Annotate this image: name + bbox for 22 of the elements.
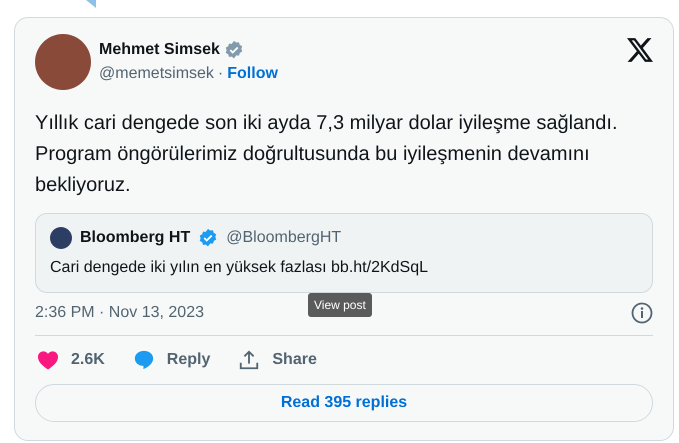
follow-link[interactable]: Follow — [227, 62, 278, 86]
tweet-text: Yıllık cari dengede son iki ayda 7,3 milyar dolar iyileşme sağlandı. Program öngörülerimiz doğrultusunda bu iyileşmenin devamını bekliyoruz. — [35, 111, 619, 198]
heart-icon — [37, 350, 59, 370]
timestamp-link[interactable]: 2:36 PM · Nov 13, 2023 — [35, 301, 204, 325]
quote-author-name: Bloomberg HT — [80, 228, 190, 248]
author-name: Mehmet Simsek — [99, 40, 220, 60]
reply-button[interactable]: Reply — [132, 348, 210, 372]
author-handle: @memetsimsek — [99, 64, 214, 84]
quote-text: Cari dengede iki yılın en yüksek fazlası bb.ht/2KdSqL — [50, 258, 429, 278]
like-button[interactable]: 2.6K — [37, 348, 105, 372]
read-replies-button[interactable]: Read 395 replies — [35, 384, 653, 422]
quoted-tweet[interactable]: Bloomberg HT @BloombergHT Cari dengede iki yılın en yüksek fazlası bb.ht/2KdSqL — [35, 213, 653, 293]
quote-author-handle: @BloombergHT — [226, 228, 342, 248]
share-button[interactable]: Share — [238, 348, 317, 372]
arrow-icon — [86, 0, 96, 8]
info-icon[interactable] — [631, 302, 653, 324]
x-logo-icon[interactable] — [627, 38, 653, 62]
share-upload-icon — [238, 349, 260, 371]
separator: · — [218, 64, 224, 84]
tooltip: View post — [308, 293, 372, 317]
speech-bubble-icon — [132, 349, 155, 371]
quote-avatar-icon — [50, 227, 72, 249]
